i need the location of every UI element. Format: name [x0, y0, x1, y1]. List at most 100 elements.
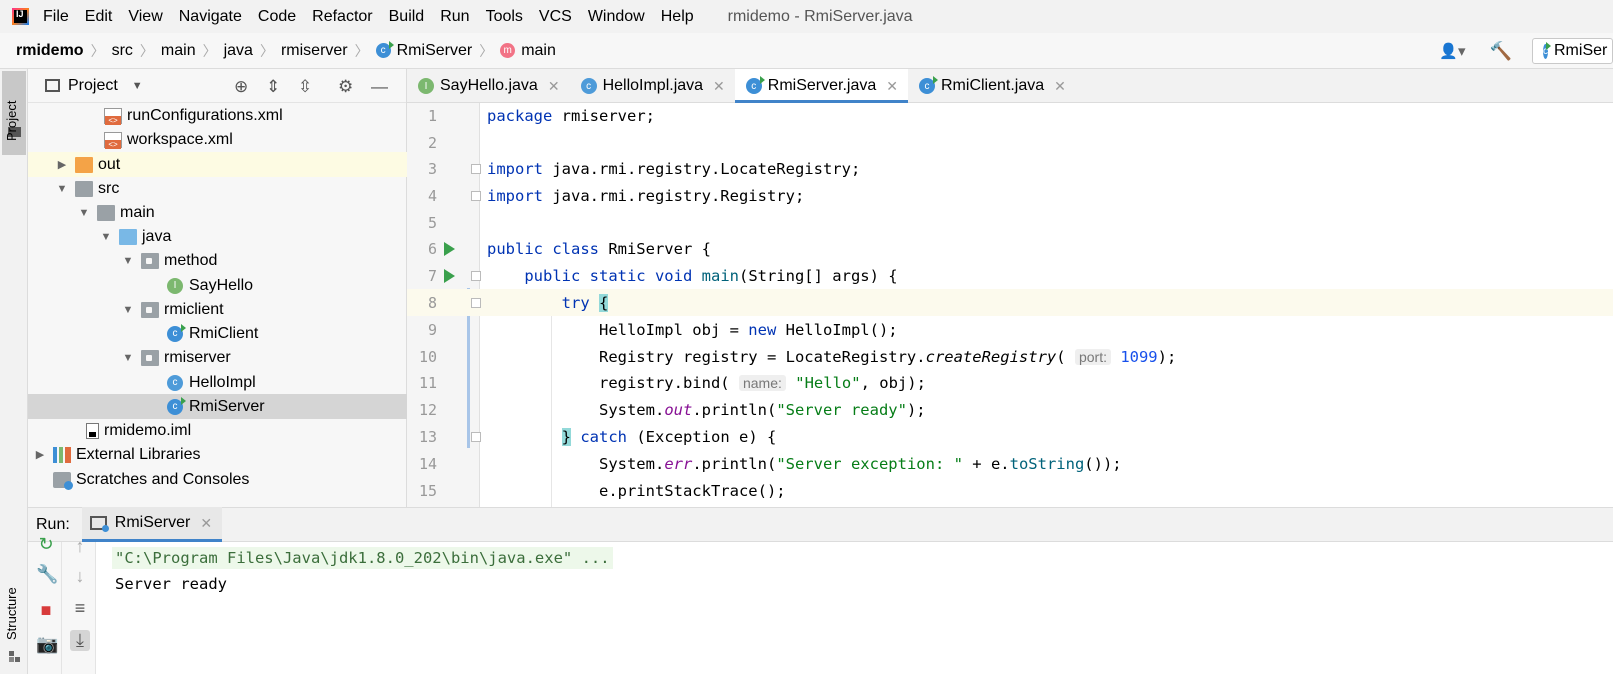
menu-view[interactable]: View — [128, 8, 162, 26]
class-icon: c — [919, 76, 938, 94]
fold-icon[interactable] — [471, 298, 481, 308]
chevron-down-icon[interactable]: ▼ — [121, 255, 135, 267]
menu-vcs[interactable]: VCS — [539, 8, 572, 26]
menu-window[interactable]: Window — [588, 8, 645, 26]
wrench-icon[interactable]: 🔧 — [36, 564, 58, 585]
breadcrumb-rmiserver[interactable]: rmiserver — [281, 42, 348, 60]
code-line: 11 registry.bind( name: "Hello", obj); — [407, 369, 1613, 396]
menu-refactor[interactable]: Refactor — [312, 8, 372, 26]
project-tool-label[interactable]: Project — [4, 101, 19, 141]
run-gutter-icon[interactable] — [444, 242, 455, 256]
fold-icon[interactable] — [471, 191, 481, 201]
tree-item-rmiclient-class[interactable]: c RmiClient — [28, 321, 407, 346]
close-icon[interactable]: ✕ — [1054, 78, 1066, 95]
locate-icon[interactable]: ⊕ — [234, 77, 248, 97]
chevron-down-icon[interactable]: ▼ — [99, 231, 113, 243]
tree-item-workspace[interactable]: workspace.xml — [28, 127, 407, 152]
close-icon[interactable]: ✕ — [886, 78, 898, 95]
fold-icon[interactable] — [471, 432, 481, 442]
menu-file[interactable]: File — [43, 8, 69, 26]
run-config-selector[interactable]: c RmiSer — [1532, 38, 1613, 64]
breadcrumb-method[interactable]: m main — [500, 42, 556, 60]
hammer-icon[interactable]: 🔨 — [1490, 41, 1512, 62]
tab-helloimpl[interactable]: c HelloImpl.java ✕ — [570, 69, 735, 103]
code-editor[interactable]: 1 package rmiserver; 2 3 import java.rmi… — [407, 103, 1613, 507]
chevron-right-icon: 〉 — [202, 42, 217, 59]
tree-item-rmiclient[interactable]: ▼ rmiclient — [28, 297, 407, 322]
soft-wrap-icon[interactable]: ≡ — [70, 598, 90, 619]
menu-navigate[interactable]: Navigate — [179, 8, 242, 26]
tab-sayhello[interactable]: I SayHello.java ✕ — [407, 69, 570, 103]
menu-bar: IJ File Edit View Navigate Code Refactor… — [0, 0, 1613, 33]
line-number: 2 — [427, 133, 437, 152]
fold-icon[interactable] — [471, 271, 481, 281]
tree-item-label: SayHello — [189, 276, 254, 294]
chevron-right-icon[interactable]: ▶ — [55, 158, 69, 171]
tab-rmiclient[interactable]: c RmiClient.java ✕ — [908, 69, 1076, 103]
chevron-right-icon[interactable]: ▶ — [33, 448, 47, 461]
close-icon[interactable]: ✕ — [548, 78, 560, 95]
minimize-icon[interactable]: — — [371, 77, 388, 97]
close-icon[interactable]: ✕ — [200, 515, 212, 532]
tree-item-rmiserver[interactable]: ▼ rmiserver — [28, 345, 407, 370]
chevron-down-icon[interactable]: ▼ — [77, 207, 91, 219]
breadcrumb-project[interactable]: rmidemo — [16, 42, 84, 60]
project-panel-header: Project ▼ ⊕ ⇕ ⇳ ⚙ — — [28, 69, 406, 103]
user-dropdown-icon[interactable]: 👤▾ — [1439, 42, 1465, 60]
xml-file-icon — [104, 107, 122, 125]
tree-item-label: rmiclient — [164, 300, 224, 318]
arrow-up-icon[interactable]: ↑ — [70, 536, 90, 557]
project-panel-title[interactable]: Project — [68, 77, 118, 95]
chevron-down-icon[interactable]: ▼ — [132, 80, 143, 92]
stop-icon[interactable]: ■ — [36, 600, 56, 621]
chevron-down-icon[interactable]: ▼ — [121, 304, 135, 316]
run-tab-rmiserver[interactable]: RmiServer ✕ — [81, 507, 223, 542]
tree-item-java[interactable]: ▼ java — [28, 224, 407, 249]
camera-icon[interactable]: 📷 — [36, 634, 58, 655]
tree-item-external-libraries[interactable]: ▶ External Libraries — [28, 442, 407, 467]
menu-tools[interactable]: Tools — [486, 8, 523, 26]
tree-item-rmidemo-iml[interactable]: rmidemo.iml — [28, 418, 407, 443]
line-number: 1 — [427, 106, 437, 125]
breadcrumb-java[interactable]: java — [224, 42, 253, 60]
line-number: 10 — [418, 347, 437, 366]
arrow-down-icon[interactable]: ↓ — [70, 566, 90, 587]
left-tool-stripe: Project — [0, 69, 28, 674]
breadcrumb-main[interactable]: main — [161, 42, 196, 60]
fold-icon[interactable] — [471, 164, 481, 174]
tree-item-out[interactable]: ▶ out — [28, 152, 407, 177]
tree-item-helloimpl[interactable]: c HelloImpl — [28, 370, 407, 395]
interface-icon: I — [167, 277, 183, 294]
tree-item-scratches[interactable]: Scratches and Consoles — [28, 467, 407, 492]
tree-item-sayhello[interactable]: I SayHello — [28, 273, 407, 298]
code-line: 6 public class RmiServer { — [407, 235, 1613, 262]
menu-edit[interactable]: Edit — [85, 8, 113, 26]
structure-tool-label[interactable]: Structure — [4, 587, 19, 640]
collapse-all-icon[interactable]: ⇳ — [298, 77, 312, 97]
tree-item-runconfigurations[interactable]: runConfigurations.xml — [28, 103, 407, 128]
close-icon[interactable]: ✕ — [713, 78, 725, 95]
class-icon: c — [375, 41, 394, 58]
scroll-to-end-icon[interactable]: ⤓ — [70, 630, 90, 651]
breadcrumb-src[interactable]: src — [112, 42, 133, 60]
chevron-down-icon[interactable]: ▼ — [55, 183, 69, 195]
tree-item-method[interactable]: ▼ method — [28, 248, 407, 273]
run-gutter-icon[interactable] — [444, 269, 455, 283]
tree-item-label: RmiClient — [189, 324, 259, 342]
menu-code[interactable]: Code — [258, 8, 296, 26]
console-icon — [89, 516, 109, 532]
menu-help[interactable]: Help — [661, 8, 694, 26]
tree-item-label: RmiServer — [189, 397, 265, 415]
breadcrumb-class[interactable]: c RmiServer — [375, 41, 472, 60]
menu-run[interactable]: Run — [440, 8, 469, 26]
chevron-down-icon[interactable]: ▼ — [121, 352, 135, 364]
tree-item-rmiserver-class[interactable]: c RmiServer — [28, 394, 407, 419]
tab-label: RmiServer.java — [767, 77, 877, 94]
tree-item-src[interactable]: ▼ src — [28, 176, 407, 201]
tree-item-main[interactable]: ▼ main — [28, 200, 407, 225]
expand-all-icon[interactable]: ⇕ — [266, 77, 280, 97]
rerun-icon[interactable]: ↻ — [36, 534, 56, 555]
menu-build[interactable]: Build — [389, 8, 425, 26]
gear-icon[interactable]: ⚙ — [338, 77, 353, 97]
tab-rmiserver[interactable]: c RmiServer.java ✕ — [734, 69, 909, 104]
